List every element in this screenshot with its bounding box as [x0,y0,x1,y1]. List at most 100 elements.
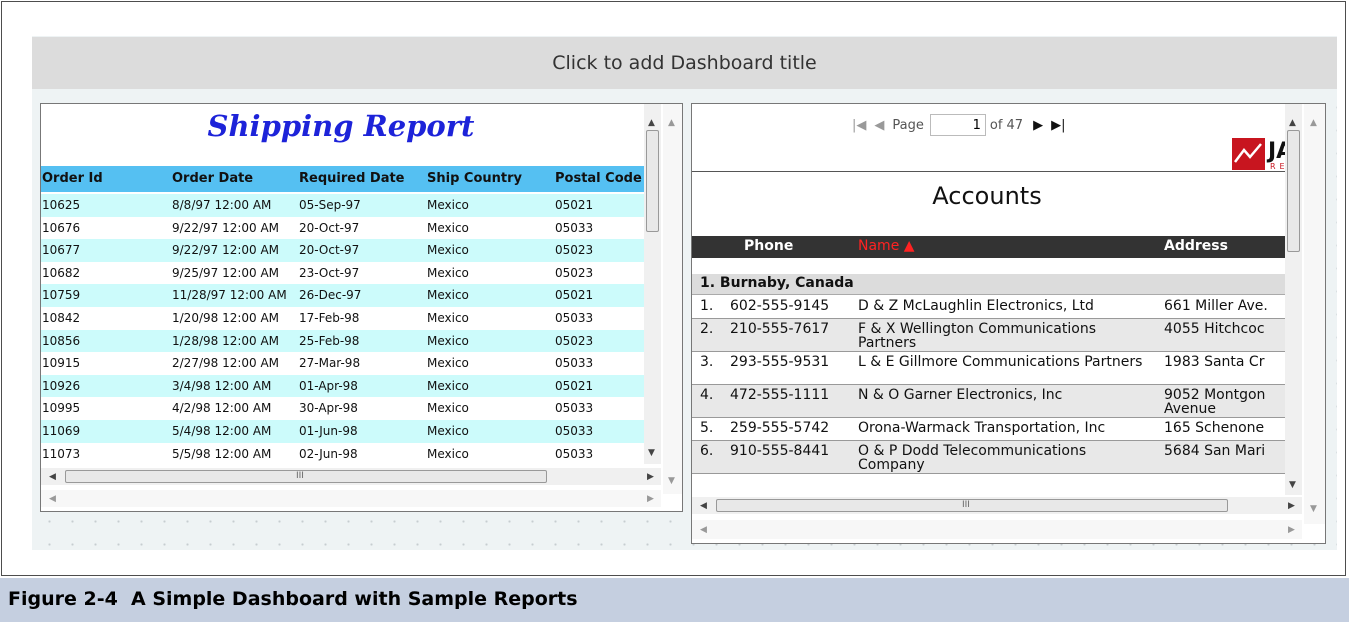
scroll-left-icon[interactable]: ◀ [49,494,56,504]
scroll-up-icon[interactable]: ▲ [668,118,675,128]
accounts-vscroll-inner[interactable]: ▲ ▼ [1285,104,1302,495]
report-pager: |◀ ◀ Page of 47 ▶ ▶| [852,112,1073,138]
table-row: 5. 259-555-5742 Orona-Warmack Transportati… [692,418,1285,441]
cell-postal-code: 05021 [555,378,594,393]
figure-caption: Figure 2-4 A Simple Dashboard with Sampl… [0,578,1349,622]
scroll-right-icon[interactable]: ▶ [647,472,654,482]
cell-order-date: 9/25/97 12:00 AM [172,265,280,280]
cell-ship-country: Mexico [427,220,469,235]
cell-phone: 210-555-7617 [730,321,830,337]
dashboard-title[interactable]: Click to add Dashboard title [32,37,1337,89]
cell-required-date: 23-Oct-97 [299,265,360,280]
cell-postal-code: 05023 [555,265,594,280]
accounts-table-body: 1. 602-555-9145 D & Z McLaughlin Electroni… [692,296,1285,474]
cell-order-date: 8/8/97 12:00 AM [172,198,272,212]
cell-required-date: 01-Jun-98 [299,423,358,438]
cell-postal-code: 05033 [555,423,594,438]
cell-address: 165 Schenone [1164,420,1265,436]
col-address[interactable]: Address [1164,238,1228,254]
cell-required-date: 30-Apr-98 [299,401,358,416]
scroll-up-icon[interactable]: ▲ [1310,118,1317,128]
cell-order-date: 5/4/98 12:00 AM [172,423,272,438]
cell-required-date: 01-Apr-98 [299,378,358,393]
scroll-left-icon[interactable]: ◀ [700,525,707,535]
shipping-vscroll-outer[interactable]: ▲ ▼ [663,104,682,494]
table-row: 10625 8/8/97 12:00 AM 05-Sep-97 Mexico 05021 [41,194,644,217]
cell-order-id: 10842 [42,310,81,325]
table-row: 2. 210-555-7617 F & X Wellington Communica… [692,319,1285,352]
cell-required-date: 26-Dec-97 [299,288,362,303]
page-label: Page [892,117,924,133]
scroll-right-icon[interactable]: ▶ [1288,501,1295,511]
scroll-down-icon[interactable]: ▼ [1289,480,1296,490]
accounts-table-header: Phone Name ▲ Address [692,236,1285,258]
cell-phone: 293-555-9531 [730,354,830,370]
scroll-down-icon[interactable]: ▼ [668,476,675,486]
cell-order-date: 9/22/97 12:00 AM [172,243,280,258]
table-row: 10856 1/28/98 12:00 AM 25-Feb-98 Mexico 0502… [41,329,644,353]
scroll-right-icon[interactable]: ▶ [647,494,654,504]
cell-postal-code: 05021 [555,288,594,303]
cell-address: 4055 Hitchcoc [1164,321,1265,337]
shipping-hscroll-inner[interactable]: ◀ III ▶ [41,468,661,485]
cell-phone: 602-555-9145 [730,298,830,314]
scroll-up-icon[interactable]: ▲ [648,118,655,128]
accounts-title: Accounts [932,182,1042,210]
shipping-hscroll-outer[interactable]: ◀ ▶ [41,490,661,507]
cell-ship-country: Mexico [427,401,469,416]
scroll-left-icon[interactable]: ◀ [700,501,707,511]
next-page-icon[interactable]: ▶ [1033,118,1043,133]
scroll-grip: III [962,500,970,510]
scroll-thumb[interactable]: III [716,499,1228,512]
scroll-down-icon[interactable]: ▼ [1310,504,1317,514]
cell-ship-country: Mexico [427,356,469,371]
scroll-thumb[interactable] [1287,130,1300,252]
cell-order-id: 10759 [42,288,81,303]
cell-order-date: 11/28/97 12:00 AM [172,288,287,303]
cell-ship-country: Mexico [427,198,469,212]
cell-ship-country: Mexico [427,288,469,303]
cell-postal-code: 05021 [555,198,594,212]
cell-name: O & P Dodd Telecommunications Company [858,443,1087,473]
cell-required-date: 17-Feb-98 [299,310,360,325]
cell-phone: 259-555-5742 [730,420,830,436]
cell-postal-code: 05033 [555,220,594,235]
shipping-table-body: 10625 8/8/97 12:00 AM 05-Sep-97 Mexico 05021… [41,194,644,465]
col-name-sorted[interactable]: Name ▲ [858,238,915,254]
cell-order-date: 1/28/98 12:00 AM [172,333,280,348]
cell-required-date: 20-Oct-97 [299,243,360,258]
cell-num: 3. [700,354,714,370]
cell-ship-country: Mexico [427,446,469,461]
scroll-thumb[interactable] [646,130,659,232]
cell-order-date: 1/20/98 12:00 AM [172,310,280,325]
cell-ship-country: Mexico [427,243,469,258]
col-phone[interactable]: Phone [744,238,793,254]
cell-name: F & X Wellington Communications Partners [858,321,1096,351]
accounts-vscroll-outer[interactable]: ▲ ▼ [1304,104,1325,524]
prev-page-icon[interactable]: ◀ [874,118,884,133]
cell-name: D & Z McLaughlin Electronics, Ltd [858,298,1094,314]
accounts-hscroll-outer[interactable]: ◀ ▶ [692,520,1302,539]
table-row: 10915 2/27/98 12:00 AM 27-Mar-98 Mexico 0503… [41,352,644,375]
cell-num: 2. [700,321,714,337]
last-page-icon[interactable]: ▶| [1051,118,1065,133]
cell-order-id: 10915 [42,356,81,371]
accounts-hscroll-inner[interactable]: ◀ III ▶ [692,497,1302,514]
cell-order-id: 10677 [42,243,81,258]
shipping-vscroll-inner[interactable]: ▲ ▼ [644,104,661,464]
page-number-input[interactable] [929,114,986,136]
page-count: of 47 [989,117,1024,133]
cell-name: L & E Gillmore Communications Partners [858,354,1143,370]
cell-ship-country: Mexico [427,333,469,348]
cell-order-date: 9/22/97 12:00 AM [172,220,280,235]
scroll-down-icon[interactable]: ▼ [648,448,655,458]
col-required-date: Required Date [299,171,405,186]
scroll-up-icon[interactable]: ▲ [1289,118,1296,128]
scroll-thumb[interactable]: III [65,470,547,483]
scroll-right-icon[interactable]: ▶ [1288,525,1295,535]
cell-order-date: 2/27/98 12:00 AM [172,356,280,371]
first-page-icon[interactable]: |◀ [852,118,866,133]
cell-ship-country: Mexico [427,265,469,280]
cell-order-id: 10676 [42,220,81,235]
scroll-left-icon[interactable]: ◀ [49,472,56,482]
